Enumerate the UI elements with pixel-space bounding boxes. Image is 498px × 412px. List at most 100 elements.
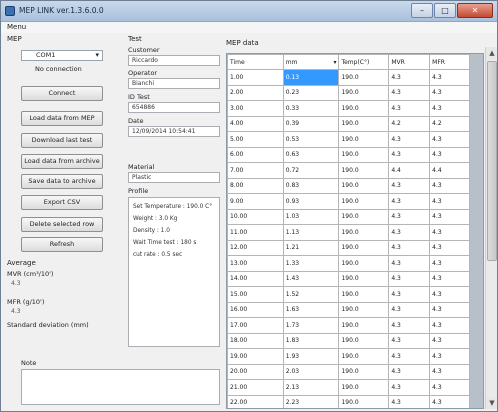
cell-time[interactable]: 5.00 (227, 131, 284, 148)
cell-mm[interactable]: 1.93 (282, 348, 340, 365)
cell-temp[interactable]: 190.0 (338, 208, 390, 225)
cell-temp[interactable]: 190.0 (338, 146, 390, 163)
cell-mfr[interactable]: 4.3 (429, 301, 470, 318)
cell-time[interactable]: 3.00 (227, 100, 284, 117)
cell-mfr[interactable]: 4.3 (429, 84, 470, 101)
cell-mfr[interactable]: 4.3 (429, 224, 470, 241)
cell-mm[interactable]: 1.63 (282, 301, 340, 318)
cell-time[interactable]: 19.00 (227, 348, 284, 365)
cell-temp[interactable]: 190.0 (338, 193, 390, 210)
table-row[interactable]: 16.00 1.63 190.0 4.3 4.3 (227, 301, 470, 318)
cell-mm[interactable]: 1.83 (282, 332, 340, 349)
date-field[interactable]: 12/09/2014 10:54:41 (128, 126, 220, 137)
column-header-mfr[interactable]: MFR (429, 54, 470, 70)
cell-time[interactable]: 14.00 (227, 270, 284, 287)
column-header-temp[interactable]: Temp(C°) (338, 54, 390, 70)
cell-time[interactable]: 6.00 (227, 146, 284, 163)
cell-mvr[interactable]: 4.2 (388, 115, 431, 132)
connect-button[interactable]: Connect (21, 86, 103, 101)
cell-temp[interactable]: 190.0 (338, 131, 390, 148)
cell-mm[interactable]: 1.73 (282, 317, 340, 334)
load-from-mep-button[interactable]: Load data from MEP (21, 111, 103, 126)
cell-mvr[interactable]: 4.3 (388, 317, 431, 334)
cell-temp[interactable]: 190.0 (338, 394, 390, 408)
table-row[interactable]: 17.00 1.73 190.0 4.3 4.3 (227, 317, 470, 334)
cell-temp[interactable]: 190.0 (338, 270, 390, 287)
cell-time[interactable]: 13.00 (227, 255, 284, 272)
table-row[interactable]: 8.00 0.83 190.0 4.3 4.3 (227, 177, 470, 194)
column-header-mvr[interactable]: MVR (388, 54, 431, 70)
cell-mvr[interactable]: 4.3 (388, 239, 431, 256)
cell-mvr[interactable]: 4.4 (388, 162, 431, 179)
cell-mfr[interactable]: 4.3 (429, 363, 470, 380)
cell-temp[interactable]: 190.0 (338, 84, 390, 101)
cell-time[interactable]: 15.00 (227, 286, 284, 303)
cell-time[interactable]: 11.00 (227, 224, 284, 241)
cell-mvr[interactable]: 4.3 (388, 84, 431, 101)
delete-selected-row-button[interactable]: Delete selected row (21, 217, 103, 232)
cell-mm[interactable]: 1.21 (282, 239, 340, 256)
cell-mfr[interactable]: 4.3 (429, 100, 470, 117)
cell-time[interactable]: 16.00 (227, 301, 284, 318)
cell-mfr[interactable]: 4.2 (429, 115, 470, 132)
cell-mm[interactable]: 0.63 (282, 146, 340, 163)
cell-temp[interactable]: 190.0 (338, 363, 390, 380)
cell-time[interactable]: 22.00 (227, 394, 284, 408)
cell-mvr[interactable]: 4.3 (388, 69, 431, 86)
cell-mm[interactable]: 0.23 (282, 84, 340, 101)
cell-mfr[interactable]: 4.4 (429, 162, 470, 179)
table-row[interactable]: 22.00 2.23 190.0 4.3 4.3 (227, 394, 470, 408)
cell-time[interactable]: 4.00 (227, 115, 284, 132)
id-test-field[interactable]: 654886 (128, 102, 220, 113)
cell-mfr[interactable]: 4.3 (429, 286, 470, 303)
cell-temp[interactable]: 190.0 (338, 317, 390, 334)
cell-mfr[interactable]: 4.3 (429, 69, 470, 86)
cell-mfr[interactable]: 4.3 (429, 146, 470, 163)
cell-time[interactable]: 1.00 (227, 69, 284, 86)
cell-mvr[interactable]: 4.3 (388, 193, 431, 210)
profile-textarea[interactable]: Set Temperature : 190.0 C° Weight : 3.0 … (128, 197, 220, 347)
cell-time[interactable]: 7.00 (227, 162, 284, 179)
cell-time[interactable]: 21.00 (227, 379, 284, 396)
customer-field[interactable]: Riccardo (128, 55, 220, 66)
cell-mvr[interactable]: 4.3 (388, 348, 431, 365)
cell-mm[interactable]: 1.43 (282, 270, 340, 287)
cell-mvr[interactable]: 4.3 (388, 224, 431, 241)
cell-time[interactable]: 18.00 (227, 332, 284, 349)
cell-mvr[interactable]: 4.3 (388, 332, 431, 349)
table-row[interactable]: 2.00 0.23 190.0 4.3 4.3 (227, 84, 470, 101)
material-field[interactable]: Plastic (128, 172, 220, 183)
table-row[interactable]: 15.00 1.52 190.0 4.3 4.3 (227, 286, 470, 303)
cell-mvr[interactable]: 4.3 (388, 146, 431, 163)
table-row[interactable]: 10.00 1.03 190.0 4.3 4.3 (227, 208, 470, 225)
cell-temp[interactable]: 190.0 (338, 239, 390, 256)
cell-time[interactable]: 8.00 (227, 177, 284, 194)
cell-mfr[interactable]: 4.3 (429, 255, 470, 272)
cell-mvr[interactable]: 4.3 (388, 100, 431, 117)
cell-temp[interactable]: 190.0 (338, 379, 390, 396)
cell-mm[interactable]: 1.13 (282, 224, 340, 241)
cell-temp[interactable]: 190.0 (338, 224, 390, 241)
cell-mfr[interactable]: 4.3 (429, 317, 470, 334)
cell-mfr[interactable]: 4.3 (429, 177, 470, 194)
title-bar[interactable]: MEP LINK ver.1.3.6.0.0 – □ ✕ (1, 1, 497, 22)
table-row[interactable]: 9.00 0.93 190.0 4.3 4.3 (227, 193, 470, 210)
cell-mm[interactable]: 1.33 (282, 255, 340, 272)
load-from-archive-button[interactable]: Load data from archive (21, 154, 103, 169)
cell-mm[interactable]: 0.53 (282, 131, 340, 148)
cell-mfr[interactable]: 4.3 (429, 239, 470, 256)
table-row[interactable]: 21.00 2.13 190.0 4.3 4.3 (227, 379, 470, 396)
cell-temp[interactable]: 190.0 (338, 100, 390, 117)
cell-temp[interactable]: 190.0 (338, 177, 390, 194)
download-last-test-button[interactable]: Download last test (21, 133, 103, 148)
cell-time[interactable]: 17.00 (227, 317, 284, 334)
column-header-time[interactable]: Time (227, 54, 284, 70)
cell-temp[interactable]: 190.0 (338, 348, 390, 365)
cell-mm[interactable]: 2.13 (282, 379, 340, 396)
cell-mfr[interactable]: 4.3 (429, 270, 470, 287)
cell-mm[interactable]: 1.03 (282, 208, 340, 225)
table-row[interactable]: 13.00 1.33 190.0 4.3 4.3 (227, 255, 470, 272)
table-row[interactable]: 5.00 0.53 190.0 4.3 4.3 (227, 131, 470, 148)
cell-temp[interactable]: 190.0 (338, 69, 390, 86)
cell-mfr[interactable]: 4.3 (429, 332, 470, 349)
